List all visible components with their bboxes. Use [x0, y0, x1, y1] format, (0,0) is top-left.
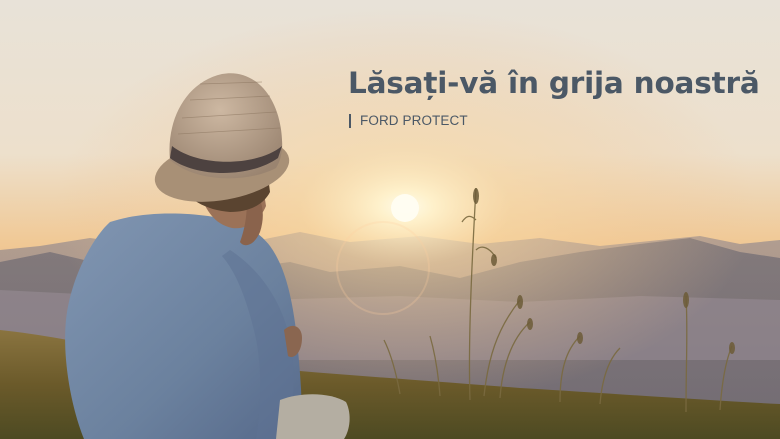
- divider-bar: [349, 113, 351, 128]
- hero-banner[interactable]: Lăsați-vă în grija noastră FORD PROTECT: [0, 0, 780, 439]
- headline: Lăsați-vă în grija noastră: [348, 66, 760, 100]
- subheading: FORD PROTECT: [349, 113, 468, 128]
- subheading-label: FORD PROTECT: [360, 113, 468, 128]
